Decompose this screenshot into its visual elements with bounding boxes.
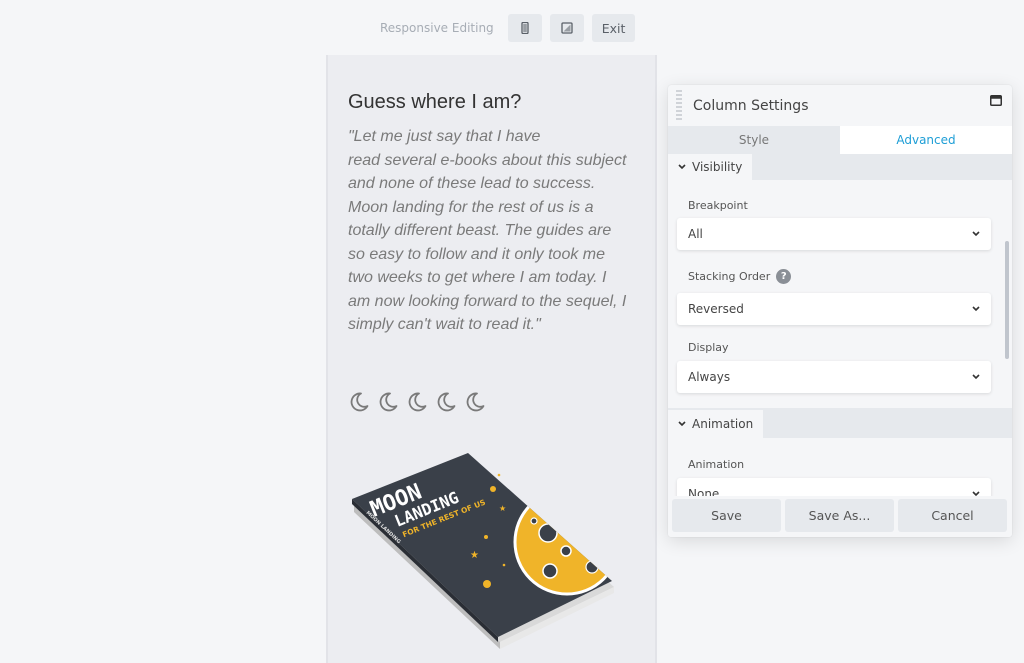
moon-rating [348, 391, 486, 413]
field-label-text: Display [688, 341, 729, 354]
cancel-button[interactable]: Cancel [898, 499, 1007, 532]
select-value: All [688, 227, 703, 241]
exit-button[interactable]: Exit [591, 14, 636, 42]
display-select[interactable]: Always [677, 361, 991, 393]
stacking-order-label: Stacking Order? [688, 269, 1012, 284]
quote-line: Moon landing for the rest of us is a [348, 198, 594, 216]
moon-icon [379, 392, 398, 412]
select-value: None [688, 487, 720, 496]
panel-footer: Save Save As... Cancel [668, 496, 1012, 537]
tab-advanced[interactable]: Advanced [840, 126, 1012, 154]
tablet-icon [561, 22, 573, 34]
save-button[interactable]: Save [672, 499, 781, 532]
svg-text:★: ★ [470, 550, 479, 561]
quote-line: two weeks to get where I am today. I [348, 269, 607, 286]
tab-style[interactable]: Style [668, 126, 840, 154]
help-icon[interactable]: ? [776, 269, 792, 284]
chevron-down-icon [972, 231, 980, 237]
quote-line: "Let me just say that I have [348, 128, 541, 145]
save-as-button[interactable]: Save As... [785, 499, 894, 532]
mobile-preview: Guess where I am? "Let me just say that … [326, 55, 657, 663]
quote-line: am now looking forward to the sequel, I [348, 292, 627, 310]
moon-icon [466, 392, 485, 412]
panel-scrollbar[interactable] [1005, 241, 1009, 359]
quote-line: totally different beast. The guides are [348, 222, 612, 239]
quote-line: read several e-books about this subject [348, 151, 627, 169]
moon-icon [408, 392, 427, 412]
chevron-down-icon [972, 306, 980, 312]
quote-line: so easy to follow and it only took me [348, 245, 606, 263]
breakpoint-label: Breakpoint [688, 199, 1012, 212]
moon-icon [437, 392, 456, 412]
moon-icon [350, 392, 369, 412]
section-title: Visibility [692, 160, 743, 174]
chevron-down-icon [972, 374, 980, 380]
animation-section-header: Animation [668, 408, 1012, 438]
responsive-toolbar: Responsive Editing Exit [380, 14, 636, 42]
chevron-down-icon [678, 421, 686, 427]
responsive-editing-label: Responsive Editing [380, 21, 494, 35]
animation-section-toggle[interactable]: Animation [668, 410, 764, 438]
animation-select[interactable]: None [677, 478, 991, 496]
stacking-order-select[interactable]: Reversed [677, 293, 991, 325]
visibility-section-header: Visibility [668, 154, 1012, 180]
panel-tabs: Style Advanced [668, 126, 1012, 154]
select-value: Always [688, 370, 731, 384]
field-label-text: Animation [688, 458, 745, 471]
svg-text:★: ★ [499, 504, 506, 513]
visibility-section-toggle[interactable]: Visibility [668, 154, 753, 180]
testimonial-heading: Guess where I am? [348, 91, 522, 113]
drag-handle-icon[interactable] [676, 90, 682, 120]
testimonial-quote: "Let me just say that I have read severa… [348, 125, 644, 337]
column-settings-panel: Column Settings Style Advanced Visibilit… [668, 85, 1012, 537]
select-value: Reversed [688, 302, 744, 316]
animation-label: Animation [688, 458, 1012, 471]
chevron-down-icon [678, 164, 686, 170]
book-cover-image: ★ ★ MOON LANDING FOR THE REST OF US MOON… [352, 453, 614, 649]
maximize-icon[interactable] [990, 95, 1002, 106]
panel-header: Column Settings [668, 85, 1012, 126]
section-title: Animation [692, 417, 754, 431]
mobile-view-button[interactable] [507, 14, 542, 42]
panel-title: Column Settings [693, 97, 809, 114]
breakpoint-select[interactable]: All [677, 218, 991, 250]
display-label: Display [688, 341, 1012, 354]
tablet-view-button[interactable] [549, 14, 584, 42]
quote-line: simply can't wait to read it." [348, 316, 541, 333]
quote-line: and none of these lead to success. [348, 175, 596, 192]
mobile-icon [521, 22, 529, 34]
panel-body: Visibility Breakpoint All Stacking Order… [668, 154, 1012, 496]
field-label-text: Stacking Order [688, 270, 771, 283]
field-label-text: Breakpoint [688, 199, 748, 212]
